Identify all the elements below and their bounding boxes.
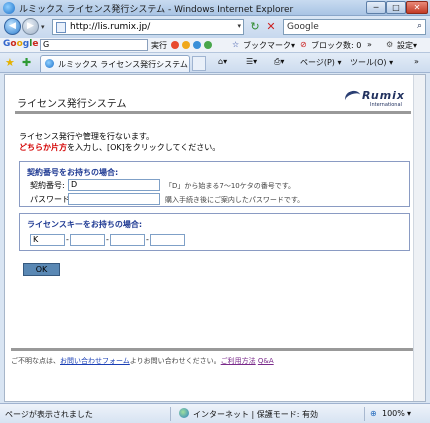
search-placeholder: Google xyxy=(287,22,319,32)
address-row: ◀ ▶ ▾ http://lis.rumix.jp/ ▾ ↻ ✕ Google … xyxy=(0,16,430,38)
status-separator xyxy=(364,407,365,421)
address-bar[interactable]: http://lis.rumix.jp/ ▾ xyxy=(52,19,244,35)
internet-zone-icon xyxy=(179,408,189,418)
qa-link[interactable]: Q&A xyxy=(258,357,274,365)
toolbar-button-icon[interactable] xyxy=(204,41,212,49)
footer-text: ご不明な点は、お問い合わせフォームよりお問い合わせください。ご利用方法 Q&A xyxy=(11,356,274,366)
intro-rest: を入力し、[OK]をクリックしてください。 xyxy=(67,143,221,152)
popup-blocked-count[interactable]: ブロック数: 0 xyxy=(311,40,361,51)
footer-divider xyxy=(11,348,413,351)
search-icon[interactable]: ⌕ xyxy=(417,21,422,31)
toolbar-more-button[interactable]: » xyxy=(367,40,372,49)
title-bar: ルミックス ライセンス発行システム - Windows Internet Exp… xyxy=(0,0,430,16)
settings-icon[interactable]: ⚙ xyxy=(386,40,393,49)
contract-number-label: 契約番号: xyxy=(30,181,65,190)
address-dropdown-icon[interactable]: ▾ xyxy=(237,22,241,30)
settings-menu[interactable]: 設定▾ xyxy=(397,40,417,51)
bookmarks-menu[interactable]: ブックマーク▾ xyxy=(243,40,295,51)
zoom-icon: ⊕ xyxy=(370,409,377,418)
commands-more-button[interactable]: » xyxy=(414,57,419,66)
history-dropdown-icon[interactable]: ▾ xyxy=(41,23,45,31)
password-input[interactable] xyxy=(68,193,160,205)
zoom-dropdown-icon[interactable]: ▾ xyxy=(407,409,411,418)
add-favorites-icon[interactable]: ✚ xyxy=(22,56,31,69)
title-divider xyxy=(15,111,411,114)
back-button[interactable]: ◀ xyxy=(4,18,21,35)
page-menu[interactable]: ページ(P) ▾ xyxy=(300,57,341,68)
minimize-button[interactable]: ─ xyxy=(366,1,386,14)
logo-subtitle: International xyxy=(370,102,402,108)
forward-button[interactable]: ▶ xyxy=(22,18,39,35)
google-search-input[interactable]: G xyxy=(40,39,148,51)
intro-instruction: どちらか片方を入力し、[OK]をクリックしてください。 xyxy=(19,142,220,153)
bookmark-star-icon[interactable]: ☆ xyxy=(232,40,239,49)
execute-button[interactable]: 実行 xyxy=(151,40,167,51)
feeds-icon[interactable]: ☰▾ xyxy=(246,57,257,66)
status-bar: ページが表示されました インターネット | 保護モード: 有効 ⊕ 100% ▾ xyxy=(0,403,430,423)
web-content: ライセンス発行システム Rumix International ライセンス発行や… xyxy=(4,74,426,402)
security-zone-text[interactable]: インターネット | 保護モード: 有効 xyxy=(193,409,318,420)
print-icon[interactable]: ⎙▾ xyxy=(274,57,284,67)
key-separator: - xyxy=(146,235,149,244)
key-separator: - xyxy=(106,235,109,244)
rumix-logo: Rumix International xyxy=(343,88,411,110)
status-separator xyxy=(170,407,171,421)
vertical-scrollbar[interactable] xyxy=(413,75,425,401)
toolbar-button-icon[interactable] xyxy=(193,41,201,49)
refresh-icon[interactable]: ↻ xyxy=(248,20,262,34)
license-key-section: ライセンスキーをお持ちの場合: K - - - xyxy=(19,213,410,251)
ie-logo-icon xyxy=(3,2,15,14)
license-key-input-4[interactable] xyxy=(150,234,185,246)
contract-number-section: 契約番号をお持ちの場合: 契約番号: D 「D」から始まる7～10ケタの番号です… xyxy=(19,161,410,207)
search-box[interactable]: Google ⌕ xyxy=(283,19,426,35)
contract-number-input[interactable]: D xyxy=(68,179,160,191)
tab-favicon-icon xyxy=(45,59,54,68)
stop-icon[interactable]: ✕ xyxy=(264,20,278,34)
intro-emphasis: どちらか片方 xyxy=(19,143,67,152)
address-url[interactable]: http://lis.rumix.jp/ xyxy=(70,22,150,32)
zoom-level[interactable]: 100% xyxy=(382,409,405,418)
close-button[interactable]: ✕ xyxy=(406,1,428,14)
page-icon xyxy=(56,22,66,33)
new-tab-button[interactable] xyxy=(192,56,206,71)
favorites-star-icon[interactable]: ★ xyxy=(5,56,15,69)
terms-link[interactable]: ご利用方法 xyxy=(221,357,256,365)
license-section-heading: ライセンスキーをお持ちの場合: xyxy=(27,220,143,229)
license-key-input-3[interactable] xyxy=(110,234,145,246)
logo-swoosh-icon xyxy=(343,88,363,108)
tab-row: ★ ✚ ルミックス ライセンス発行システム ⌂▾ ☰▾ ⎙▾ ページ(P) ▾ … xyxy=(0,53,430,73)
key-separator: - xyxy=(66,235,69,244)
maximize-button[interactable]: □ xyxy=(386,1,406,14)
intro-text: ライセンス発行や管理を行ないます。 xyxy=(19,132,155,141)
window-title: ルミックス ライセンス発行システム - Windows Internet Exp… xyxy=(19,5,294,15)
google-toolbar: Google G 実行 ☆ ブックマーク▾ ⊘ ブロック数: 0 » ⚙ 設定▾ xyxy=(0,38,430,53)
password-label: パスワード: xyxy=(30,195,73,204)
tab-label: ルミックス ライセンス発行システム xyxy=(58,60,188,69)
status-text: ページが表示されました xyxy=(5,410,93,419)
license-key-input-2[interactable] xyxy=(70,234,105,246)
toolbar-button-icon[interactable] xyxy=(182,41,190,49)
license-key-input-1[interactable]: K xyxy=(30,234,65,246)
tools-menu[interactable]: ツール(O) ▾ xyxy=(350,57,393,68)
tab-active[interactable]: ルミックス ライセンス発行システム xyxy=(40,55,190,72)
toolbar-button-icon[interactable] xyxy=(171,41,179,49)
footer-prefix: ご不明な点は、 xyxy=(11,357,60,365)
inquiry-form-link[interactable]: お問い合わせフォーム xyxy=(60,357,130,365)
page-title: ライセンス発行システム xyxy=(17,99,127,110)
popup-blocker-icon: ⊘ xyxy=(300,40,307,49)
password-hint: 購入手続き後にご案内したパスワードです。 xyxy=(165,196,305,204)
google-logo[interactable]: Google xyxy=(3,39,38,49)
footer-middle: よりお問い合わせください。 xyxy=(129,357,221,365)
contract-number-hint: 「D」から始まる7～10ケタの番号です。 xyxy=(165,182,296,190)
home-icon[interactable]: ⌂▾ xyxy=(218,57,227,66)
contract-section-heading: 契約番号をお持ちの場合: xyxy=(27,168,119,177)
logo-name: Rumix xyxy=(362,89,406,102)
ok-button[interactable]: OK xyxy=(23,263,60,276)
